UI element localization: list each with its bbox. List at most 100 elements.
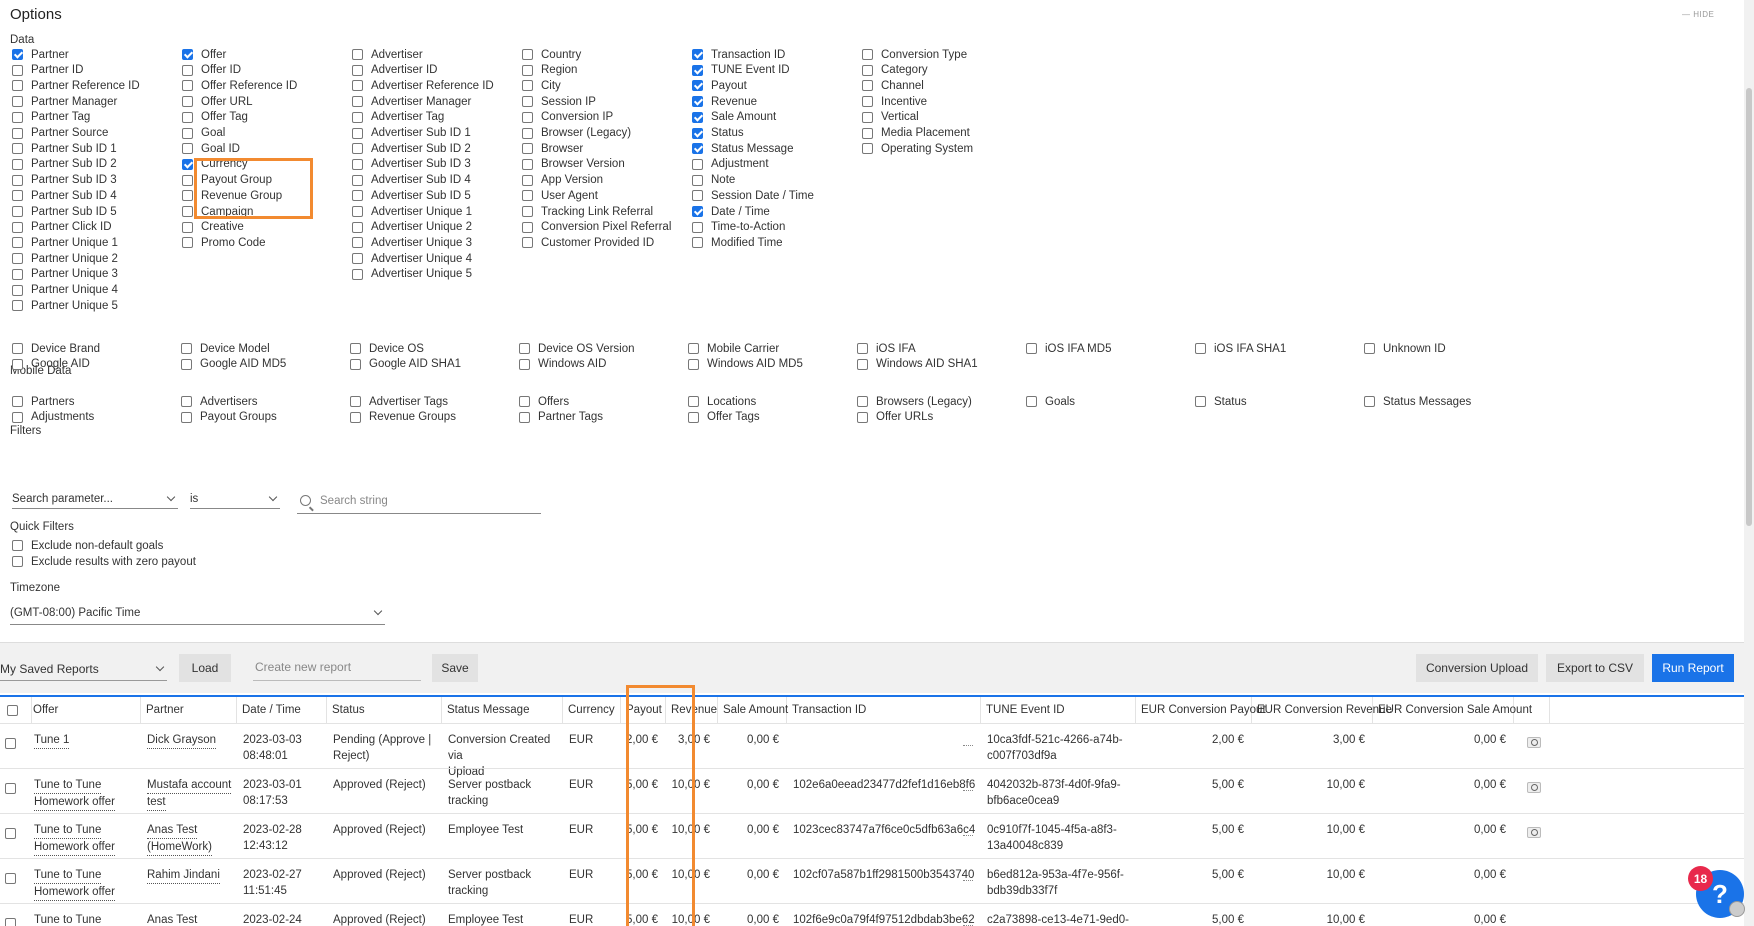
- option-partner-unique-4[interactable]: Partner Unique 4: [12, 283, 118, 298]
- checkbox[interactable]: [12, 206, 23, 217]
- option-offer-url[interactable]: Offer URL: [182, 94, 253, 109]
- option-creative[interactable]: Creative: [182, 220, 244, 235]
- option-partner-sub-id-4[interactable]: Partner Sub ID 4: [12, 188, 117, 203]
- option-device-brand[interactable]: Device Brand: [12, 341, 100, 356]
- option-date-time[interactable]: Date / Time: [692, 204, 770, 219]
- column-header-eur-conversion-revenue[interactable]: EUR Conversion Revenue: [1252, 697, 1392, 723]
- checkbox[interactable]: [12, 300, 23, 312]
- checkbox[interactable]: [522, 96, 533, 108]
- saved-reports-select[interactable]: My Saved Reports: [0, 657, 167, 681]
- option-partner[interactable]: Partner: [12, 47, 69, 62]
- cell-line[interactable]: Homework offer: [34, 839, 115, 856]
- checkbox[interactable]: [692, 49, 703, 60]
- option-partner-manager[interactable]: Partner Manager: [12, 94, 117, 109]
- option-windows-aid[interactable]: Windows AID: [519, 357, 606, 372]
- option-advertiser-sub-id-1[interactable]: Advertiser Sub ID 1: [352, 126, 471, 141]
- option-google-aid[interactable]: Google AID: [12, 357, 90, 372]
- cell-line[interactable]: Dick Grayson: [147, 732, 217, 749]
- checkbox[interactable]: [692, 221, 703, 233]
- option-currency[interactable]: Currency: [182, 157, 248, 172]
- option-partner-id[interactable]: Partner ID: [12, 63, 83, 78]
- column-header-sale-amount[interactable]: Sale Amount: [718, 697, 788, 723]
- option-partner-sub-id-1[interactable]: Partner Sub ID 1: [12, 141, 117, 156]
- checkbox[interactable]: [182, 206, 193, 217]
- export-csv-button[interactable]: Export to CSV: [1546, 654, 1644, 682]
- option-revenue[interactable]: Revenue: [692, 94, 757, 109]
- checkbox[interactable]: [522, 64, 533, 76]
- checkbox[interactable]: [12, 396, 23, 407]
- checkbox[interactable]: [182, 158, 193, 170]
- checkbox[interactable]: [12, 158, 23, 170]
- option-tracking-link-referral[interactable]: Tracking Link Referral: [522, 204, 653, 219]
- cell-line[interactable]: Approved (Reject): [333, 777, 440, 793]
- checkbox[interactable]: [862, 80, 873, 92]
- checkbox[interactable]: [522, 206, 533, 217]
- column-header-eur-conversion-sale-amount[interactable]: EUR Conversion Sale Amount: [1373, 697, 1532, 723]
- column-header-offer[interactable]: Offer: [28, 697, 141, 723]
- option-note[interactable]: Note: [692, 173, 735, 188]
- checkbox[interactable]: [182, 96, 193, 108]
- checkbox[interactable]: [688, 396, 699, 407]
- checkbox[interactable]: [12, 127, 23, 139]
- table-row[interactable]: Tune 1 Dick Grayson 2023-03-03 08:48:01 Pend…: [0, 723, 1744, 778]
- option-modified-time[interactable]: Modified Time: [692, 235, 783, 250]
- option-exclude-non-default-goals[interactable]: Exclude non-default goals: [12, 538, 163, 553]
- checkbox[interactable]: [857, 358, 868, 370]
- cell-line[interactable]: (HomeWork): [147, 839, 212, 856]
- checkbox[interactable]: [12, 64, 23, 76]
- checkbox[interactable]: [181, 396, 192, 407]
- hide-options-link[interactable]: — HIDE: [1682, 10, 1714, 19]
- checkbox[interactable]: [692, 174, 703, 186]
- option-status-messages[interactable]: Status Messages: [1364, 394, 1471, 409]
- option-ios-ifa-md5[interactable]: iOS IFA MD5: [1026, 341, 1111, 356]
- option-session-ip[interactable]: Session IP: [522, 94, 596, 109]
- new-report-name-input[interactable]: [253, 653, 421, 681]
- checkbox[interactable]: [522, 237, 533, 249]
- cell-line[interactable]: Approved (Reject): [333, 867, 440, 883]
- option-offer-tag[interactable]: Offer Tag: [182, 110, 248, 125]
- option-operating-system[interactable]: Operating System: [862, 141, 973, 156]
- option-google-aid-md5[interactable]: Google AID MD5: [181, 357, 286, 372]
- option-device-os-version[interactable]: Device OS Version: [519, 341, 635, 356]
- checkbox[interactable]: [350, 396, 361, 407]
- cell-line[interactable]: Anas Test: [147, 912, 197, 926]
- option-partner-sub-id-5[interactable]: Partner Sub ID 5: [12, 204, 117, 219]
- checkbox[interactable]: [182, 174, 193, 186]
- option-advertiser-sub-id-3[interactable]: Advertiser Sub ID 3: [352, 157, 471, 172]
- option-advertiser-id[interactable]: Advertiser ID: [352, 63, 437, 78]
- table-row[interactable]: Tune to TuneHomework offer Mustafa accoun…: [0, 768, 1744, 813]
- option-partner-reference-id[interactable]: Partner Reference ID: [12, 78, 140, 93]
- checkbox[interactable]: [522, 174, 533, 186]
- checkbox[interactable]: [12, 411, 23, 423]
- checkbox[interactable]: [352, 206, 363, 217]
- run-report-button[interactable]: Run Report: [1652, 654, 1734, 682]
- column-header-transaction-id[interactable]: Transaction ID: [787, 697, 981, 723]
- option-partner-tags[interactable]: Partner Tags: [519, 410, 603, 425]
- scrollbar-thumb[interactable]: [1746, 88, 1752, 526]
- checkbox[interactable]: [182, 111, 193, 123]
- checkbox[interactable]: [350, 358, 361, 370]
- page-scrollbar[interactable]: [1744, 0, 1754, 926]
- search-string-input[interactable]: [320, 494, 520, 507]
- checkbox[interactable]: [1364, 396, 1375, 407]
- cell-line[interactable]: Mustafa account: [147, 777, 232, 794]
- option-advertiser-tag[interactable]: Advertiser Tag: [352, 110, 444, 125]
- checkbox[interactable]: [522, 143, 533, 155]
- option-browser[interactable]: Browser: [522, 141, 583, 156]
- option-google-aid-sha1[interactable]: Google AID SHA1: [350, 357, 461, 372]
- checkbox[interactable]: [12, 237, 23, 249]
- checkbox[interactable]: [350, 343, 361, 354]
- checkbox[interactable]: [182, 49, 193, 60]
- transaction-more-icon[interactable]: [963, 790, 973, 791]
- cell-line[interactable]: Anas Test: [147, 822, 198, 839]
- checkbox[interactable]: [1195, 343, 1206, 354]
- checkbox[interactable]: [862, 49, 873, 60]
- checkbox[interactable]: [862, 96, 873, 108]
- checkbox[interactable]: [1026, 396, 1037, 407]
- option-partner-sub-id-3[interactable]: Partner Sub ID 3: [12, 173, 117, 188]
- checkbox[interactable]: [692, 206, 703, 217]
- checkbox[interactable]: [352, 221, 363, 233]
- option-advertiser-sub-id-4[interactable]: Advertiser Sub ID 4: [352, 173, 471, 188]
- option-partner-unique-1[interactable]: Partner Unique 1: [12, 235, 118, 250]
- option-revenue-groups[interactable]: Revenue Groups: [350, 410, 456, 425]
